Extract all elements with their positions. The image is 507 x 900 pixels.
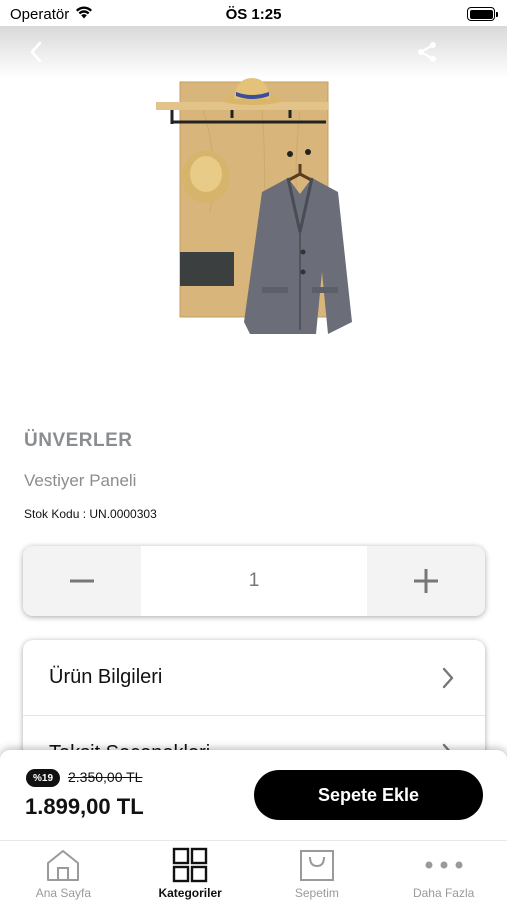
old-price: 2.350,00 TL <box>68 769 143 785</box>
increase-quantity-button[interactable] <box>367 546 485 616</box>
chevron-right-icon <box>442 667 454 688</box>
tab-home[interactable]: Ana Sayfa <box>0 841 127 900</box>
info-row-product-details[interactable]: Ürün Bilgileri <box>23 640 485 716</box>
tab-bar: Ana Sayfa Kategoriler Sepetim Daha Fazla <box>0 840 507 900</box>
share-icon <box>418 42 436 62</box>
product-name: Vestiyer Paneli <box>24 471 137 490</box>
quantity-value[interactable]: 1 <box>141 546 367 616</box>
tab-cart[interactable]: Sepetim <box>254 841 381 900</box>
chevron-left-icon <box>30 41 42 63</box>
decrease-quantity-button[interactable] <box>23 546 141 616</box>
tab-label: Kategoriler <box>158 886 222 900</box>
add-to-cart-button[interactable]: Sepete Ekle <box>254 770 483 820</box>
shopping-bag-icon <box>297 847 337 883</box>
product-image <box>140 72 370 352</box>
tab-categories[interactable]: Kategoriler <box>127 841 254 900</box>
back-button[interactable] <box>22 38 50 66</box>
status-bar: Operatör ÖS 1:25 <box>0 0 507 28</box>
more-dots-icon <box>424 847 464 883</box>
minus-icon <box>70 579 94 583</box>
stock-code: Stok Kodu : UN.0000303 <box>24 507 157 521</box>
tab-more[interactable]: Daha Fazla <box>380 841 507 900</box>
share-button[interactable] <box>413 38 441 66</box>
current-price: 1.899,00 TL <box>25 794 144 819</box>
plus-icon <box>414 569 438 593</box>
carrier-label: Operatör <box>10 5 70 23</box>
tab-label: Sepetim <box>294 886 339 900</box>
product-brand: ÜNVERLER <box>24 430 133 451</box>
purchase-bar: %19 2.350,00 TL 1.899,00 TL Sepete Ekle <box>0 750 507 842</box>
quantity-stepper: 1 <box>23 546 485 616</box>
grid-icon <box>170 847 210 883</box>
home-icon <box>43 847 83 883</box>
wifi-icon <box>75 6 93 23</box>
info-row-label: Ürün Bilgileri <box>49 666 163 688</box>
battery-icon <box>467 7 498 21</box>
tab-label: Daha Fazla <box>412 886 475 900</box>
discount-badge: %19 <box>26 769 61 787</box>
status-left: Operatör <box>10 6 93 23</box>
tab-label: Ana Sayfa <box>35 886 92 900</box>
